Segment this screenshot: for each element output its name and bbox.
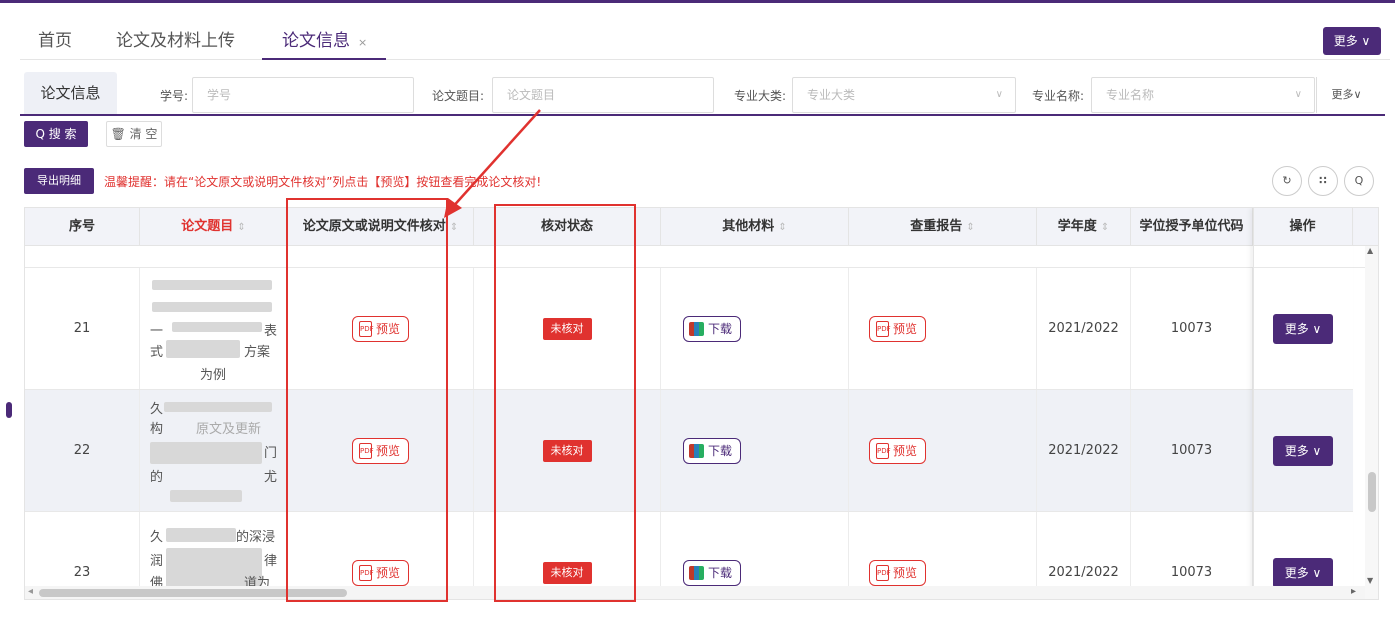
side-handle[interactable] bbox=[6, 402, 12, 418]
app-window: 首页 论文及材料上传 论文信息 × 更多 ∨ 论文信息 学号: 学号 论文题目: … bbox=[0, 0, 1395, 618]
annotation-arrow bbox=[444, 109, 541, 218]
arrow-shaft bbox=[449, 109, 541, 211]
